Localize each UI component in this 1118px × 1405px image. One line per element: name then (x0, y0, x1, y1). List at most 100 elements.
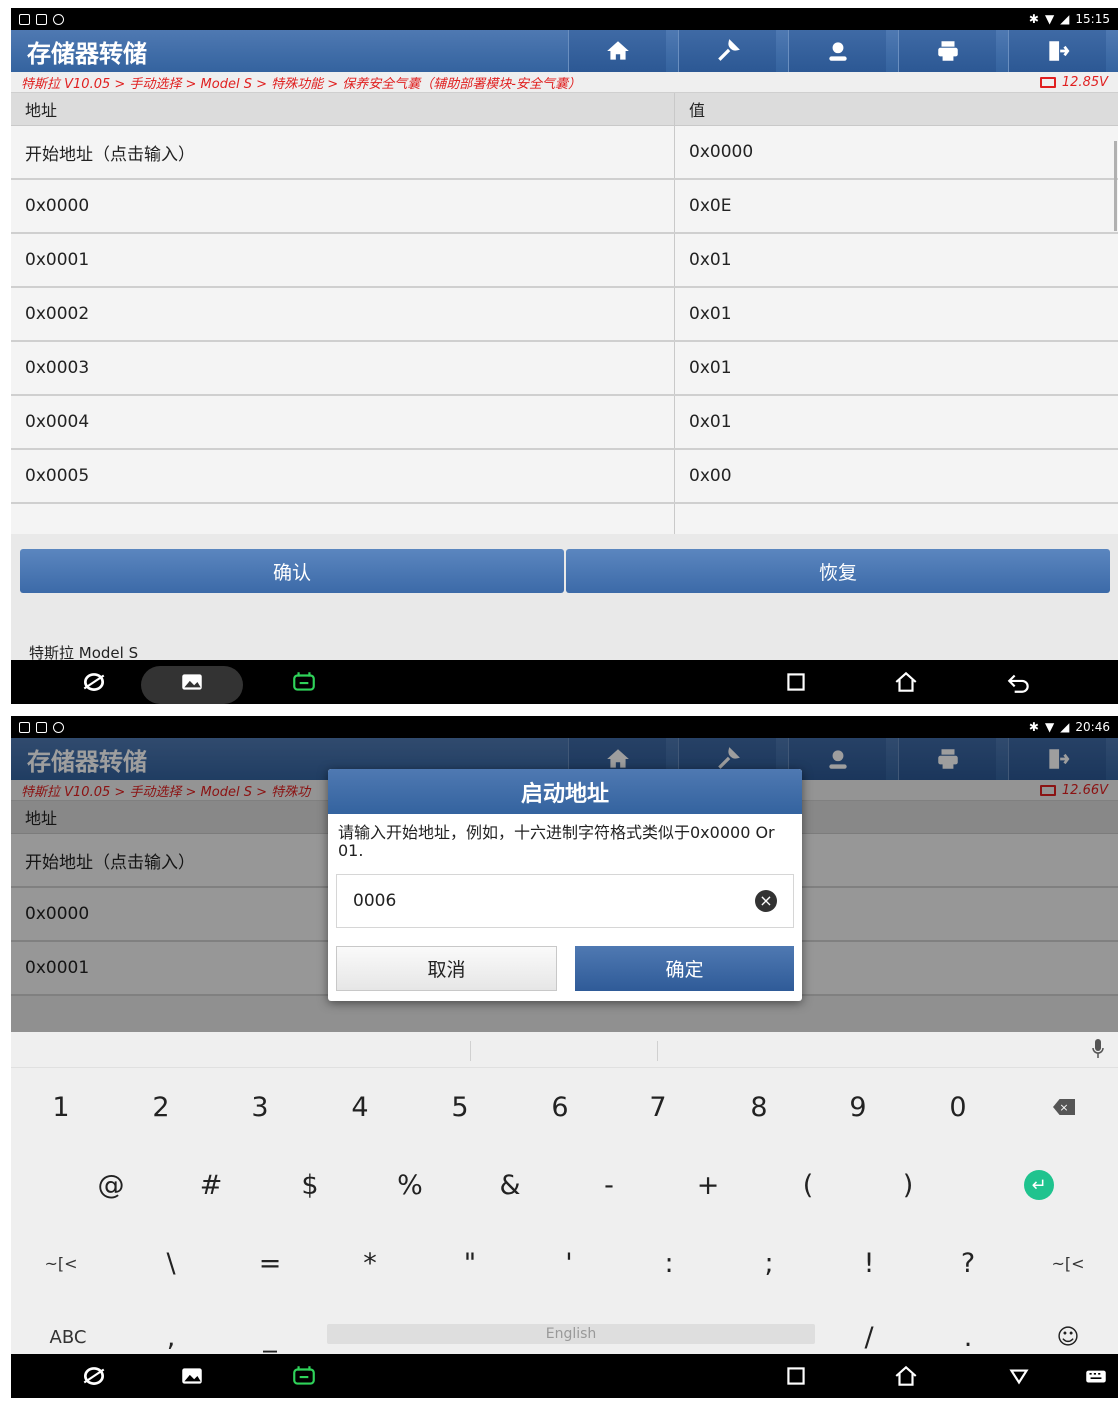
key[interactable]: ) (858, 1150, 958, 1220)
status-time: 20:46 (1075, 720, 1110, 734)
microphone-icon[interactable] (1092, 1038, 1104, 1060)
key[interactable]: 5 (410, 1072, 510, 1142)
screenshot-start-address-dialog: ✱ ▼ ◢ 20:46 存储器转储 特斯拉 V10.05 > 手动选择 > Mo… (11, 716, 1118, 1398)
vci-icon[interactable] (291, 1363, 317, 1389)
back-icon[interactable] (1006, 669, 1032, 695)
status-bar: ✱ ▼ ◢ 15:15 (11, 8, 1118, 30)
key[interactable]: * (320, 1228, 420, 1298)
enter-icon: ↵ (1024, 1170, 1054, 1200)
home-icon (606, 41, 629, 60)
address-cell: 0x0004 (11, 396, 675, 448)
scrollbar[interactable] (1114, 141, 1117, 231)
ok-button[interactable]: 确定 (575, 946, 794, 991)
exit-button[interactable] (1008, 30, 1106, 72)
restore-button[interactable]: 恢复 (566, 549, 1110, 593)
key[interactable]: 0 (908, 1072, 1008, 1142)
key[interactable]: - (559, 1150, 659, 1220)
key[interactable]: ! (819, 1228, 919, 1298)
settings-status-icon (53, 721, 64, 733)
home-nav-icon[interactable] (893, 669, 919, 695)
key[interactable]: ? (918, 1228, 1018, 1298)
table-row[interactable]: 0x0005 0x00 (11, 450, 1118, 504)
key[interactable]: 3 (210, 1072, 310, 1142)
key[interactable]: ; (719, 1228, 819, 1298)
user-support-icon (828, 42, 847, 61)
status-time: 15:15 (1075, 12, 1110, 26)
partial-cell (675, 504, 1118, 534)
wifi-icon: ▼ (1044, 720, 1055, 734)
key[interactable]: 7 (608, 1072, 708, 1142)
value-cell: 0x01 (689, 412, 732, 432)
gallery-icon[interactable] (179, 1363, 205, 1389)
keyboard-switch-icon[interactable] (1083, 1363, 1109, 1389)
key[interactable]: + (658, 1150, 758, 1220)
start-address-cell[interactable]: 开始地址（点击输入） (11, 126, 675, 178)
key[interactable]: ' (519, 1228, 619, 1298)
confirm-button[interactable]: 确认 (20, 549, 564, 593)
space-key[interactable]: English (327, 1324, 815, 1344)
key[interactable]: # (161, 1150, 261, 1220)
key[interactable]: % (360, 1150, 460, 1220)
key[interactable]: " (420, 1228, 520, 1298)
key[interactable]: 4 (310, 1072, 410, 1142)
key[interactable]: 8 (709, 1072, 809, 1142)
table-row[interactable]: 0x0003 0x01 (11, 342, 1118, 396)
action-bar: 确认 恢复 (20, 549, 1110, 593)
key[interactable]: ~[< (11, 1228, 111, 1298)
key[interactable]: 2 (111, 1072, 211, 1142)
key[interactable]: 9 (808, 1072, 908, 1142)
start-address-input[interactable]: 0006 × (336, 874, 794, 928)
voltage-value: 12.85V (1061, 74, 1108, 90)
key[interactable]: \ (121, 1228, 221, 1298)
table-row-start-address[interactable]: 开始地址（点击输入） 0x0000 (11, 126, 1118, 180)
key[interactable]: & (460, 1150, 560, 1220)
backspace-key[interactable]: × (1014, 1072, 1114, 1142)
battery-icon (1039, 76, 1056, 88)
android-nav-bar (11, 1354, 1118, 1398)
gallery-icon[interactable] (179, 669, 205, 695)
browser-icon[interactable] (81, 669, 107, 695)
signal-icon: ◢ (1060, 720, 1070, 734)
page-title: 存储器转储 (27, 39, 147, 68)
key[interactable]: : (619, 1228, 719, 1298)
home-button[interactable] (568, 30, 666, 72)
key[interactable]: ~[< (1018, 1228, 1118, 1298)
emoji-icon: ☺ (1056, 1324, 1080, 1350)
printer-icon (937, 41, 958, 61)
key[interactable]: 6 (510, 1072, 610, 1142)
vci-icon[interactable] (291, 669, 317, 695)
address-cell: 0x0001 (11, 234, 675, 286)
table-row[interactable]: 0x0002 0x01 (11, 288, 1118, 342)
browser-icon[interactable] (81, 1363, 107, 1389)
key[interactable]: 1 (11, 1072, 111, 1142)
partial-cell (11, 504, 675, 534)
table-row[interactable]: 0x0001 0x01 (11, 234, 1118, 288)
diagnose-button[interactable] (678, 30, 776, 72)
recents-icon[interactable] (783, 1363, 809, 1389)
clear-icon[interactable]: × (755, 890, 777, 912)
screenshot-memory-dump-list: ✱ ▼ ◢ 15:15 存储器转储 特斯拉 V10.05 > 手动选择 > Mo… (11, 8, 1118, 704)
table-row-partial (11, 504, 1118, 534)
key[interactable]: @ (61, 1150, 161, 1220)
home-nav-icon[interactable] (893, 1363, 919, 1389)
key[interactable]: $ (260, 1150, 360, 1220)
suggestion-strip (11, 1032, 1118, 1068)
cancel-button[interactable]: 取消 (336, 946, 557, 991)
print-button[interactable] (898, 30, 996, 72)
wifi-icon: ▼ (1044, 12, 1055, 26)
app-header: 存储器转储 (11, 30, 1118, 72)
bluetooth-icon: ✱ (1028, 720, 1039, 734)
hide-keyboard-icon[interactable] (1006, 1363, 1032, 1389)
value-cell: 0x01 (689, 358, 732, 378)
start-address-dialog: 启动地址 请输入开始地址，例如，十六进制字符格式类似于0x0000 Or 01.… (328, 769, 802, 1001)
recents-icon[interactable] (783, 669, 809, 695)
remote-support-button[interactable] (788, 30, 886, 72)
image-icon (36, 13, 47, 25)
enter-key[interactable]: ↵ (989, 1150, 1089, 1220)
keyboard-row-numbers: 1 2 3 4 5 6 7 8 9 0 × (11, 1072, 1118, 1142)
key[interactable]: ( (758, 1150, 858, 1220)
key[interactable]: = (220, 1228, 320, 1298)
table-row[interactable]: 0x0000 0x0E (11, 180, 1118, 234)
table-row[interactable]: 0x0004 0x01 (11, 396, 1118, 450)
status-bar: ✱ ▼ ◢ 20:46 (11, 716, 1118, 738)
